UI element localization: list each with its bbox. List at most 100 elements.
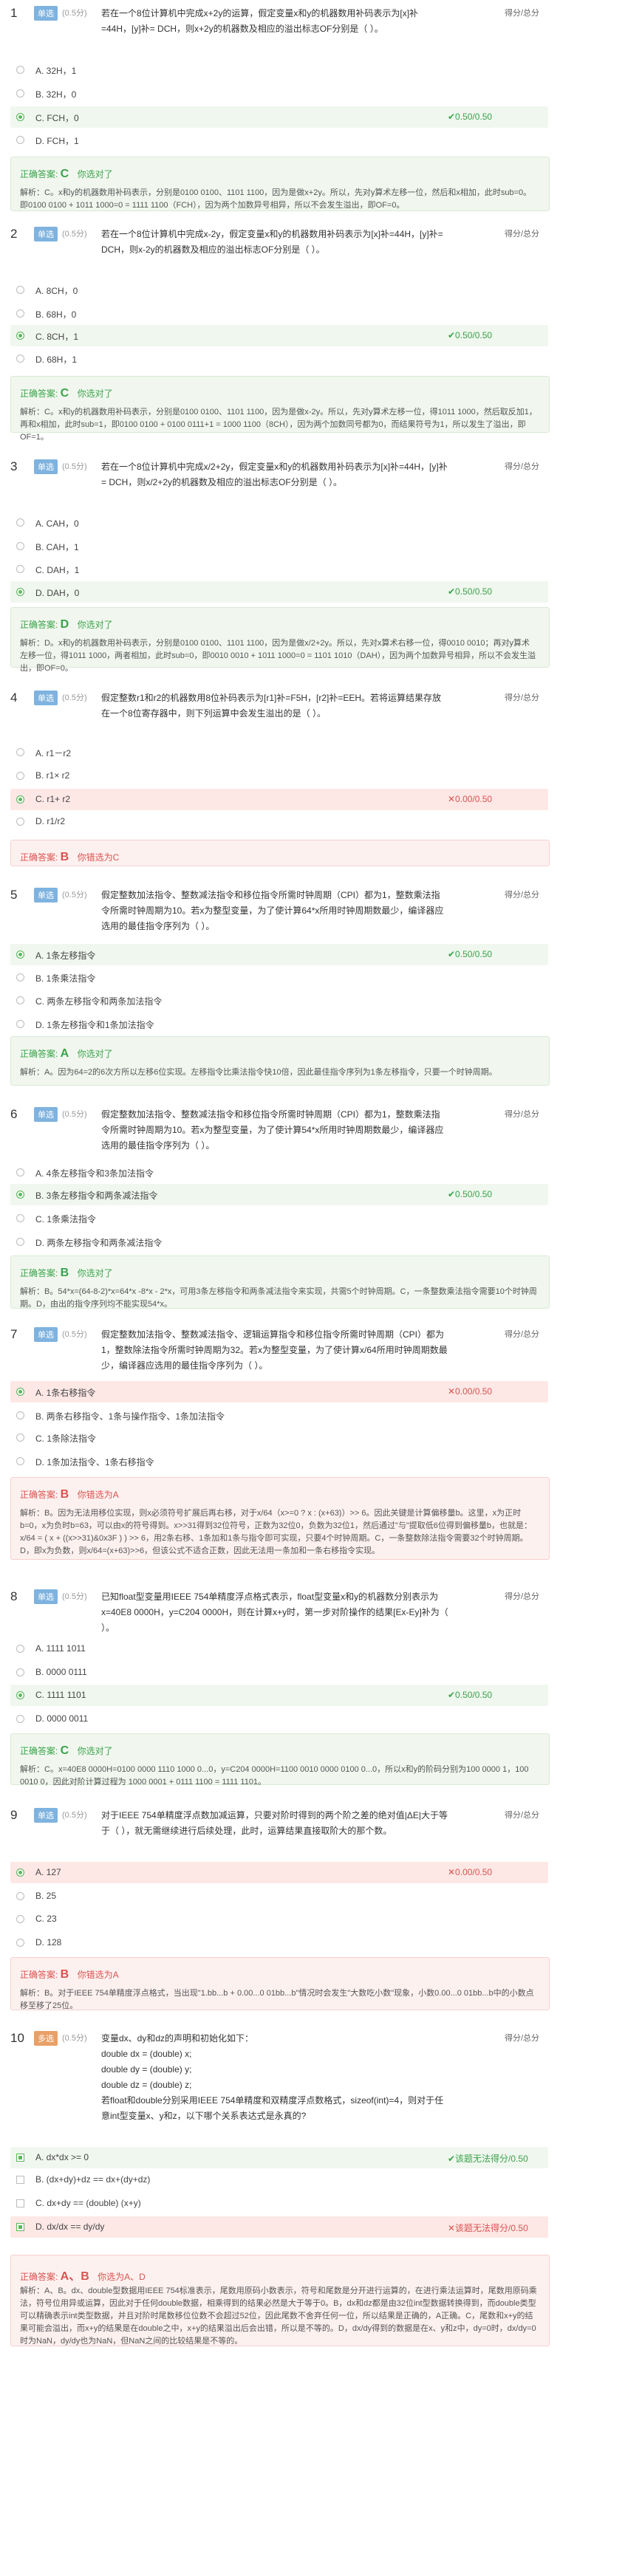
answer-option[interactable]: A. 1111 1011: [10, 1638, 548, 1659]
option-label: C. 两条左移指令和两条加法指令: [35, 996, 163, 1007]
answer-option[interactable]: D. 128: [10, 1932, 548, 1953]
option-radio[interactable]: [16, 113, 24, 121]
option-radio[interactable]: [16, 1191, 24, 1199]
answer-option[interactable]: A. 8CH，0: [10, 279, 548, 301]
correct-answer-label: 正确答案:: [20, 1490, 61, 1500]
option-radio[interactable]: [16, 332, 24, 340]
option-radio[interactable]: [16, 136, 24, 144]
option-checkbox[interactable]: [16, 2176, 24, 2184]
answer-option[interactable]: B. (dx+dy)+dz == dx+(dy+dz): [10, 2169, 548, 2190]
option-checkbox[interactable]: [16, 2154, 24, 2162]
answer-option[interactable]: C. r1+ r2 ✕0.00/0.50: [10, 789, 548, 810]
option-label: A. 1条左移指令: [35, 950, 96, 961]
question-number: 9: [10, 1808, 18, 1822]
option-radio[interactable]: [16, 542, 24, 550]
option-label: B. CAH，1: [35, 542, 79, 552]
option-radio[interactable]: [16, 1388, 24, 1396]
answer-option[interactable]: D. 0000 0011: [10, 1708, 548, 1730]
answer-option[interactable]: D. DAH，0 ✔0.50/0.50: [10, 581, 548, 603]
answer-option[interactable]: A. CAH，0: [10, 512, 548, 533]
answer-option[interactable]: C. DAH，1: [10, 558, 548, 580]
option-radio[interactable]: [16, 286, 24, 294]
option-radio[interactable]: [16, 1214, 24, 1222]
question-header: 1 单选 (0.5分) 若在一个8位计算机中完成x+2y的运算，假定变量x和y的机器数…: [0, 4, 642, 49]
option-radio[interactable]: [16, 1892, 24, 1900]
answer-option[interactable]: B. CAH，1: [10, 535, 548, 557]
answer-option[interactable]: B. 0000 0111: [10, 1662, 548, 1683]
option-radio[interactable]: [16, 1868, 24, 1877]
option-radio[interactable]: [16, 795, 24, 804]
option-radio[interactable]: [16, 354, 24, 363]
question-type-badge: 单选: [34, 691, 58, 705]
option-radio[interactable]: [16, 1939, 24, 1947]
option-radio[interactable]: [16, 1668, 24, 1676]
option-radio[interactable]: [16, 89, 24, 97]
answer-option[interactable]: D. FCH，1: [10, 129, 548, 151]
option-radio[interactable]: [16, 748, 24, 756]
option-radio[interactable]: [16, 588, 24, 596]
option-label: A. 32H，1: [35, 66, 77, 76]
answer-option[interactable]: A. dx*dx >= 0 ✔该题无法得分/0.50: [10, 2147, 548, 2168]
answer-option[interactable]: D. r1/r2: [10, 811, 548, 832]
option-result: ✕0.00/0.50: [448, 1867, 493, 1877]
question-number: 4: [10, 691, 18, 705]
option-label: D. FCH，1: [35, 136, 79, 146]
answer-option[interactable]: C. 1条除法指令: [10, 1427, 548, 1448]
answer-option[interactable]: A. 127 ✕0.00/0.50: [10, 1862, 548, 1883]
answer-option[interactable]: D. 两条左移指令和两条减法指令: [10, 1231, 548, 1253]
answer-option[interactable]: A. 1条右移指令 ✕0.00/0.50: [10, 1381, 548, 1402]
answer-option[interactable]: D. 1条加法指令、1条右移指令: [10, 1450, 548, 1472]
question-text: 假定整数加法指令、整数减法指令、逻辑运算指令和移位指令所需时钟周期（CPI）都为…: [101, 1329, 448, 1371]
answer-option[interactable]: C. 8CH，1 ✔0.50/0.50: [10, 325, 548, 346]
answer-option[interactable]: B. 32H，0: [10, 83, 548, 104]
answer-option[interactable]: C. 1111 1101 ✔0.50/0.50: [10, 1685, 548, 1706]
option-radio[interactable]: [16, 996, 24, 1004]
answer-option[interactable]: B. 3条左移指令和两条减法指令 ✔0.50/0.50: [10, 1184, 548, 1205]
question-header: 2 单选 (0.5分) 若在一个8位计算机中完成x-2y，假定变量x和y的机器数用补码…: [0, 225, 642, 270]
option-label: B. 68H，0: [35, 309, 77, 320]
answer-option[interactable]: B. 68H，0: [10, 303, 548, 324]
option-radio[interactable]: [16, 309, 24, 318]
question-number: 5: [10, 888, 18, 902]
option-checkbox[interactable]: [16, 2199, 24, 2207]
option-radio[interactable]: [16, 1691, 24, 1699]
option-radio[interactable]: [16, 950, 24, 959]
answer-option[interactable]: A. r1－r2: [10, 741, 548, 763]
option-radio[interactable]: [16, 1020, 24, 1028]
answer-option[interactable]: A. 1条左移指令 ✔0.50/0.50: [10, 944, 548, 965]
option-radio[interactable]: [16, 1645, 24, 1653]
answer-option[interactable]: B. r1× r2: [10, 765, 548, 787]
answer-option[interactable]: A. 32H，1: [10, 59, 548, 80]
answer-option[interactable]: B. 两条右移指令、1条与操作指令、1条加法指令: [10, 1405, 548, 1426]
question-number: 1: [10, 6, 18, 20]
answer-box: 正确答案: C 你选对了 解析：C。x=40E8 0000H=0100 0000 …: [10, 1733, 550, 1787]
correct-answer: B: [60, 1488, 69, 1501]
option-radio[interactable]: [16, 1457, 24, 1465]
option-radio[interactable]: [16, 66, 24, 74]
answer-option[interactable]: D. dx/dx == dy/dy ✕该题无法得分/0.50: [10, 2216, 548, 2238]
answer-option[interactable]: B. 1条乘法指令: [10, 967, 548, 988]
option-radio[interactable]: [16, 1168, 24, 1176]
option-radio[interactable]: [16, 1411, 24, 1419]
answer-option[interactable]: B. 25: [10, 1885, 548, 1907]
option-checkbox[interactable]: [16, 2223, 24, 2231]
option-radio[interactable]: [16, 1238, 24, 1246]
answer-option[interactable]: A. 4条左移指令和3条加法指令: [10, 1162, 548, 1183]
option-radio[interactable]: [16, 1915, 24, 1923]
option-radio[interactable]: [16, 1715, 24, 1723]
answer-option[interactable]: D. 68H，1: [10, 348, 548, 369]
answer-option[interactable]: C. 23: [10, 1908, 548, 1930]
option-radio[interactable]: [16, 565, 24, 573]
answer-result: 你错选为A: [75, 1970, 119, 1980]
answer-option[interactable]: C. dx+dy == (double) (x+y): [10, 2193, 548, 2214]
answer-option[interactable]: D. 1条左移指令和1条加法指令: [10, 1013, 548, 1035]
option-radio[interactable]: [16, 1433, 24, 1442]
option-radio[interactable]: [16, 973, 24, 982]
answer-option[interactable]: C. FCH，0 ✔0.50/0.50: [10, 106, 548, 128]
option-radio[interactable]: [16, 772, 24, 780]
answer-option[interactable]: C. 1条乘法指令: [10, 1208, 548, 1229]
option-radio[interactable]: [16, 818, 24, 826]
answer-option[interactable]: C. 两条左移指令和两条加法指令: [10, 990, 548, 1011]
option-radio[interactable]: [16, 518, 24, 527]
explanation: 解析：A。因为64=2的6次方所以左移6位实现。左移指令比乘法指令快10倍，因此…: [20, 1068, 497, 1077]
